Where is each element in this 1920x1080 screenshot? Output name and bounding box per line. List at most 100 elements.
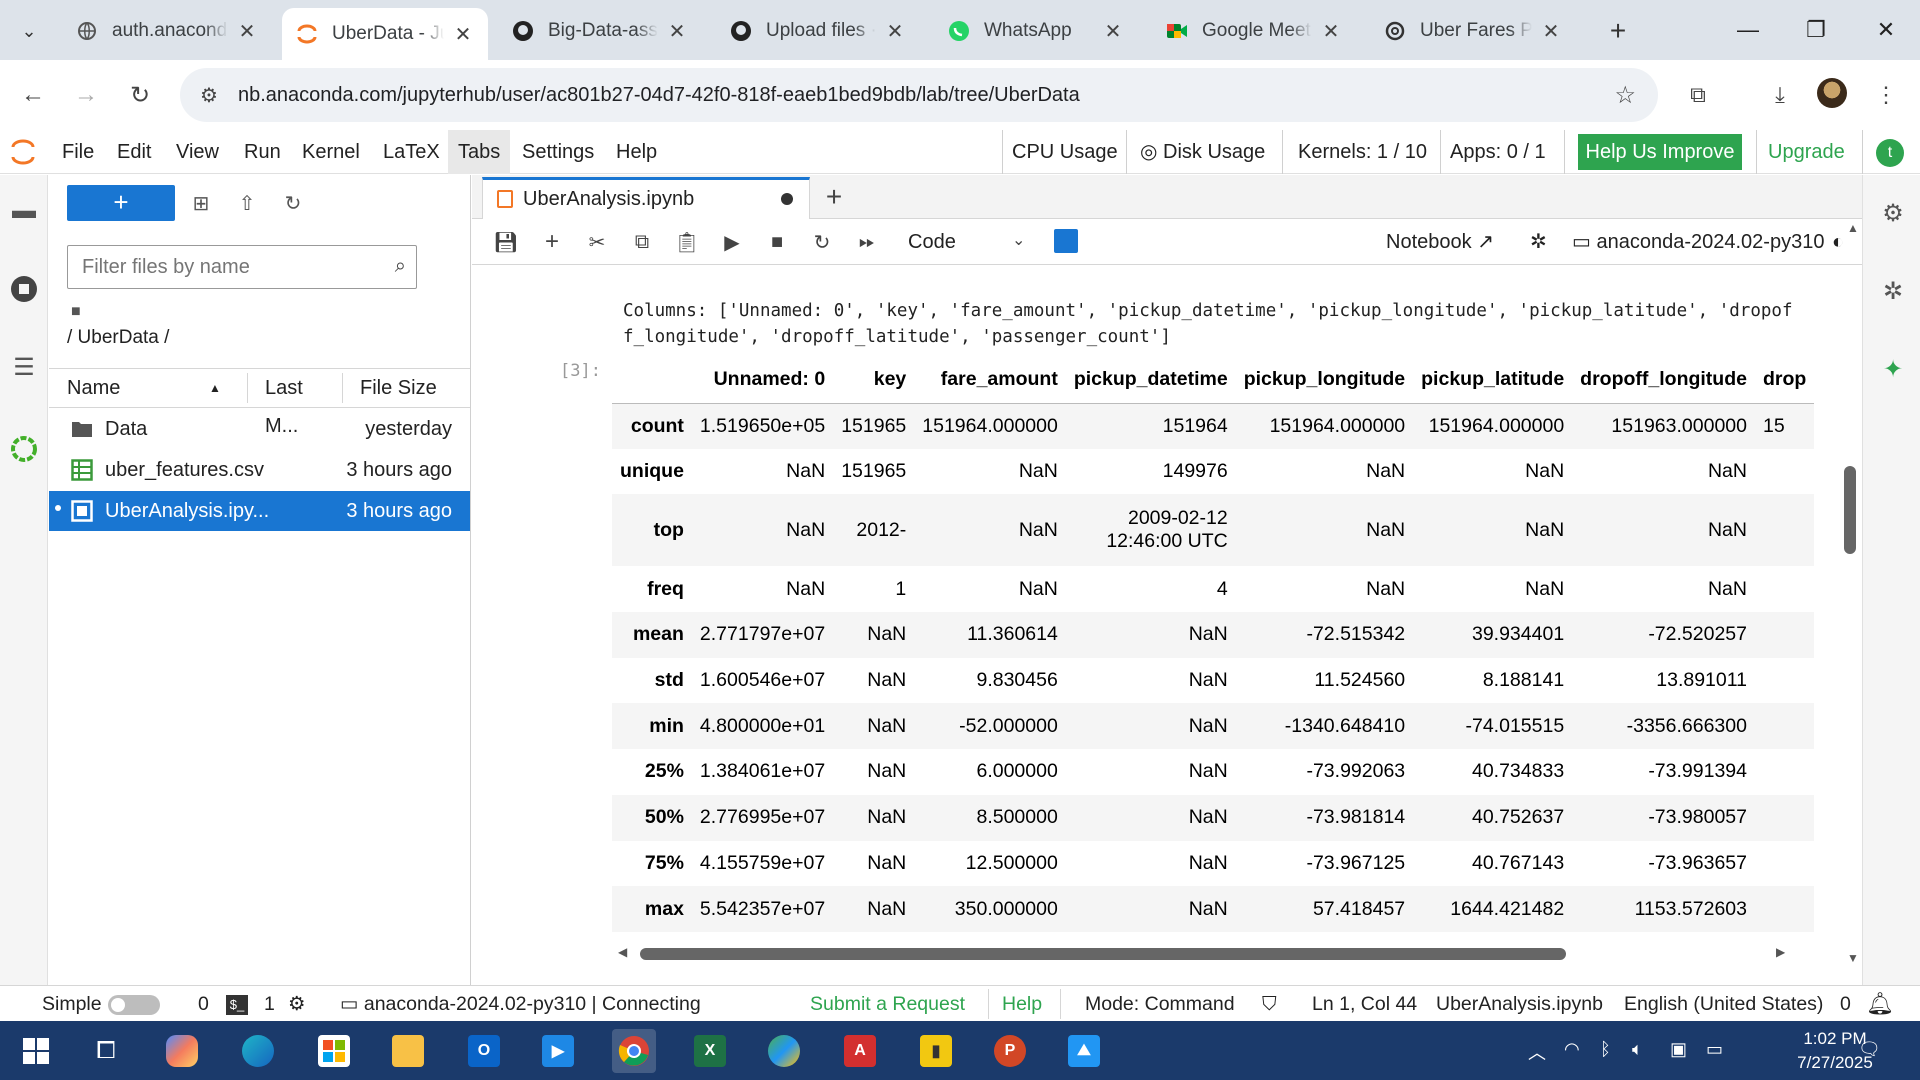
microsoft-store-icon[interactable] <box>312 1029 356 1073</box>
menu-settings[interactable]: Settings <box>512 130 604 174</box>
powerpoint-icon[interactable]: P <box>988 1029 1032 1073</box>
close-icon[interactable]: ✕ <box>884 19 906 44</box>
paste-icon[interactable]: 📋︎ <box>671 226 703 258</box>
close-icon[interactable]: ✕ <box>666 19 688 44</box>
filter-files-input[interactable] <box>68 246 416 288</box>
photos-icon[interactable]: ⛰︎ <box>1062 1029 1106 1073</box>
scroll-down-icon[interactable]: ▼ <box>1847 951 1859 965</box>
excel-icon[interactable]: X <box>688 1029 732 1073</box>
notifications-count[interactable]: 0 <box>1840 986 1851 1022</box>
display-icon[interactable]: ▣ <box>1670 1039 1687 1060</box>
new-folder-icon[interactable]: ⊞ <box>185 187 217 219</box>
new-tab-button[interactable]: + <box>814 177 854 217</box>
file-explorer-icon[interactable] <box>386 1029 430 1073</box>
file-row[interactable]: uber_features.csv 3 hours ago <box>49 450 470 490</box>
browser-tab-uber-fares[interactable]: Uber Fares Pc ✕ <box>1370 8 1576 54</box>
wifi-icon[interactable]: ◠ <box>1564 1039 1580 1060</box>
copy-icon[interactable]: ⧉ <box>626 226 658 258</box>
more-options-icon[interactable]: ⋮ <box>1868 77 1904 113</box>
scroll-up-icon[interactable]: ▲ <box>1847 221 1859 235</box>
browser-tab-google-meet[interactable]: Google Meet ✕ <box>1152 8 1356 54</box>
status-filename[interactable]: UberAnalysis.ipynb <box>1436 986 1603 1022</box>
close-icon[interactable]: ✕ <box>236 19 258 44</box>
vertical-scroll-thumb[interactable] <box>1844 466 1856 554</box>
power-bi-icon[interactable]: ▮ <box>914 1029 958 1073</box>
help-us-improve-button[interactable]: Help Us Improve <box>1578 134 1742 170</box>
menu-tabs[interactable]: Tabs <box>448 130 511 174</box>
outlook-icon[interactable]: O <box>462 1029 506 1073</box>
shield-icon[interactable]: ⛉ <box>1262 986 1277 1022</box>
filter-files-field[interactable]: ⌕ <box>67 245 417 289</box>
horizontal-scroll-thumb[interactable] <box>640 948 1566 960</box>
ai-assistant-sparkle-icon[interactable]: ✦ <box>1877 353 1909 385</box>
browser-tab-uberdata[interactable]: UberData - Ju ✕ <box>282 8 488 60</box>
file-row-selected[interactable]: UberAnalysis.ipy... 3 hours ago <box>49 491 470 531</box>
folder-icon[interactable]: ▬ <box>8 195 40 227</box>
notification-center-icon[interactable]: 🗨︎ <box>1858 1039 1881 1060</box>
forward-button[interactable]: → <box>68 77 104 113</box>
cell-type-select[interactable]: Code <box>908 219 956 265</box>
close-icon[interactable]: ✕ <box>1320 19 1342 44</box>
breadcrumb[interactable]: / UberData / <box>67 327 169 349</box>
close-icon[interactable]: ✕ <box>452 22 474 47</box>
avatar[interactable] <box>1817 78 1847 108</box>
stop-icon[interactable]: ■ <box>761 226 793 258</box>
upload-icon[interactable]: ⇧ <box>231 187 263 219</box>
mode-indicator[interactable]: Mode: Command <box>1085 986 1235 1022</box>
insert-cell-icon[interactable]: + <box>536 226 568 258</box>
simple-mode-toggle[interactable] <box>108 995 160 1015</box>
upgrade-link[interactable]: Upgrade <box>1768 130 1845 174</box>
property-inspector-icon[interactable]: ⚙ <box>1877 197 1909 229</box>
bluetooth-icon[interactable]: ᛒ <box>1600 1039 1611 1060</box>
close-icon[interactable]: ✕ <box>1540 19 1562 44</box>
vertical-scrollbar[interactable]: ▲ ▼ <box>1845 221 1861 967</box>
help-link[interactable]: Help <box>1002 986 1042 1022</box>
restart-icon[interactable]: ↻ <box>806 226 838 258</box>
menu-help[interactable]: Help <box>606 130 667 174</box>
language-indicator[interactable]: English (United States) <box>1624 986 1823 1022</box>
media-player-icon[interactable]: ▶ <box>536 1029 580 1073</box>
kernels-count-status[interactable]: 1 <box>264 986 275 1022</box>
maps-icon[interactable] <box>762 1029 806 1073</box>
kernel-selector[interactable]: ▭ anaconda-2024.02-py310 <box>1572 219 1824 265</box>
star-icon[interactable]: ☆ <box>1614 81 1636 110</box>
scroll-left-icon[interactable]: ◀ <box>618 945 627 959</box>
reload-button[interactable]: ↻ <box>122 77 158 113</box>
chevron-down-icon[interactable]: ⌄ <box>1012 219 1025 265</box>
table-of-contents-icon[interactable]: ☰ <box>8 351 40 383</box>
kernel-status[interactable]: ▭ anaconda-2024.02-py310 | Connecting <box>340 986 701 1022</box>
disk-usage-button[interactable]: ◎ Disk Usage <box>1130 130 1275 174</box>
copilot-icon[interactable] <box>160 1029 204 1073</box>
restore-button[interactable]: ❐ <box>1786 10 1846 50</box>
address-bar[interactable]: ⚙ nb.anaconda.com/jupyterhub/user/ac801b… <box>180 68 1658 122</box>
tab-search-button[interactable]: ⌄ <box>10 12 48 50</box>
menu-view[interactable]: View <box>166 130 229 174</box>
column-header-file-size[interactable]: File Size <box>342 369 470 407</box>
anaconda-icon[interactable] <box>8 433 40 465</box>
acrobat-icon[interactable]: A <box>838 1029 882 1073</box>
new-tab-button[interactable]: + <box>1598 12 1638 50</box>
column-header-name[interactable]: Name ▲ <box>49 369 247 407</box>
notebook-tab[interactable]: UberAnalysis.ipynb <box>482 177 810 219</box>
menu-run[interactable]: Run <box>234 130 291 174</box>
refresh-icon[interactable]: ↻ <box>277 187 309 219</box>
user-avatar[interactable]: t <box>1876 139 1904 167</box>
open-in-notebook-button[interactable]: Notebook ↗ <box>1386 219 1494 265</box>
task-view-icon[interactable]: ⧠ <box>84 1029 128 1073</box>
browser-tab-big-data[interactable]: Big-Data-assig ✕ <box>498 8 702 54</box>
battery-icon[interactable]: ▭ <box>1706 1039 1723 1060</box>
show-hidden-icons-chevron[interactable]: ︿ <box>1528 1039 1546 1065</box>
terminals-count[interactable]: 0 <box>198 986 209 1022</box>
new-launcher-button[interactable]: + <box>67 185 175 221</box>
debugger-icon[interactable]: ✲ <box>1530 219 1547 265</box>
browser-tab-auth-anaconda[interactable]: auth.anaconda ✕ <box>62 8 272 54</box>
browser-tab-whatsapp[interactable]: WhatsApp ✕ <box>934 8 1138 54</box>
breadcrumb-folder-icon[interactable]: ■ <box>71 303 81 321</box>
edge-icon[interactable] <box>236 1029 280 1073</box>
debugger-icon[interactable]: ✲ <box>1877 275 1909 307</box>
table-of-contents-icon[interactable] <box>1054 229 1078 253</box>
minimize-button[interactable]: — <box>1718 10 1778 50</box>
chrome-icon[interactable] <box>612 1029 656 1073</box>
cpu-usage[interactable]: CPU Usage <box>1002 130 1128 174</box>
submit-request-link[interactable]: Submit a Request <box>810 986 965 1022</box>
